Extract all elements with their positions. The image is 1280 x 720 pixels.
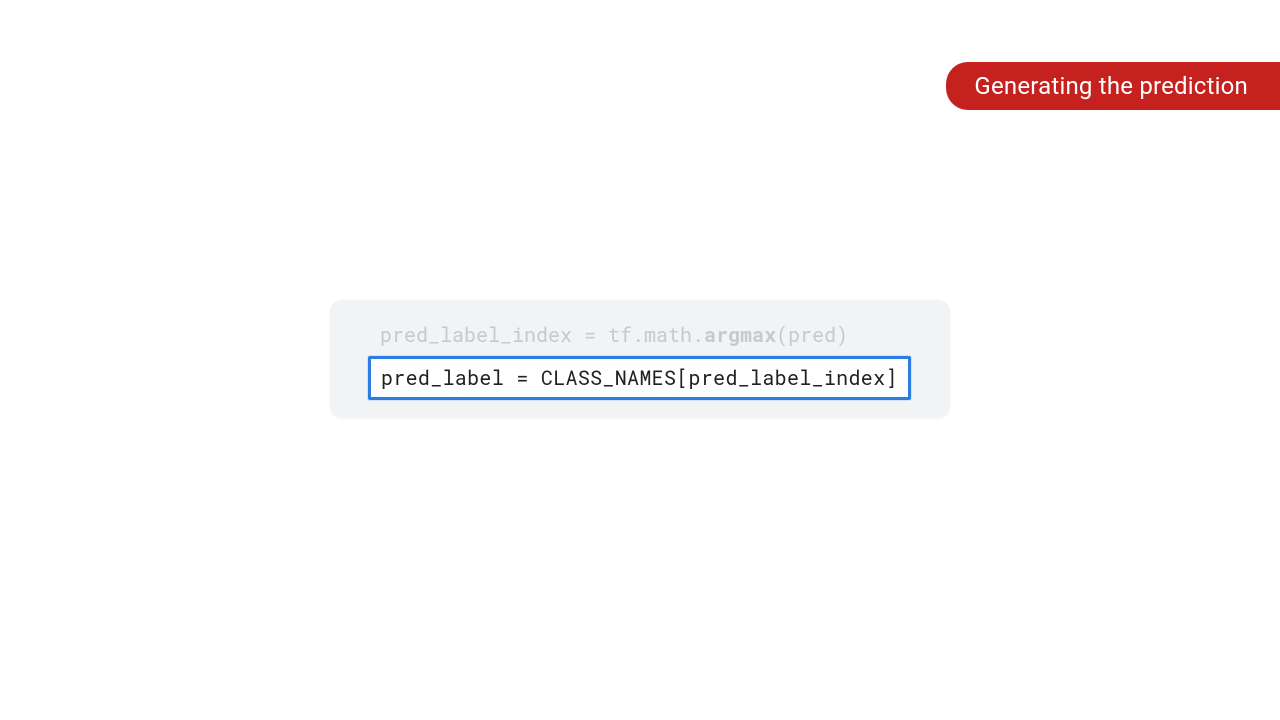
title-badge: Generating the prediction — [946, 62, 1280, 110]
code-faded-bold: argmax — [704, 322, 776, 348]
code-highlight-box: pred_label = CLASS_NAMES[pred_label_inde… — [368, 356, 911, 400]
code-line-faded: pred_label_index = tf.math.argmax(pred) — [380, 320, 924, 350]
code-faded-suffix: (pred) — [776, 322, 848, 348]
code-highlight-text: pred_label = CLASS_NAMES[pred_label_inde… — [381, 365, 898, 391]
code-faded-prefix: pred_label_index = tf.math. — [380, 322, 704, 348]
